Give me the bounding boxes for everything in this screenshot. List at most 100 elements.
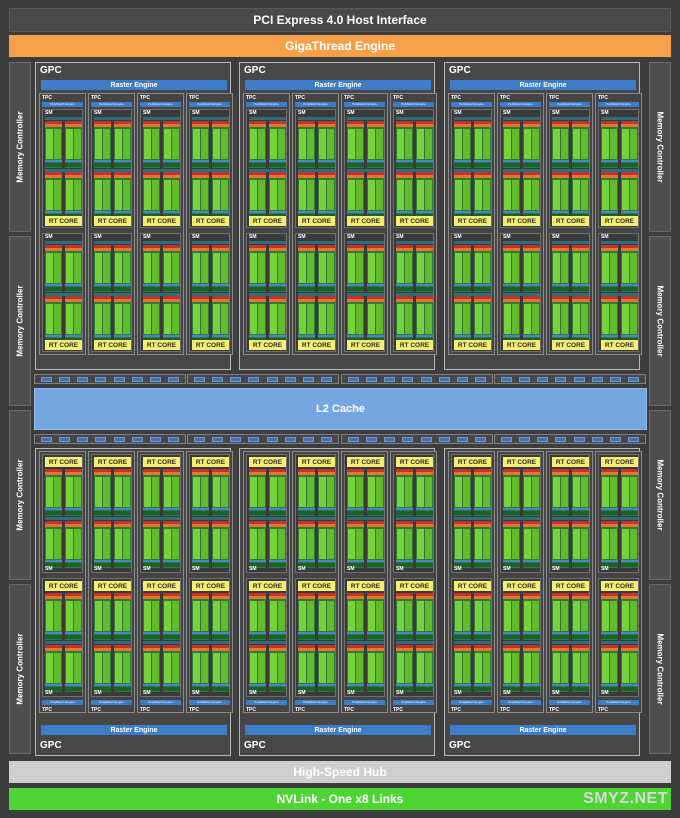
streaming-multiprocessor: RT CORE SM [246, 578, 287, 697]
sm-core-block [396, 121, 433, 168]
sm-label: SM [249, 234, 257, 240]
cuda-core-column [396, 645, 413, 692]
cuda-core-column [416, 245, 433, 292]
cuda-core-column [347, 296, 364, 343]
cuda-core-column [143, 593, 160, 640]
cuda-core-column [192, 296, 209, 343]
partition-block [628, 376, 640, 382]
tpc: RT CORE SM RT CORE SM PolyMorph Engine TPC [448, 451, 495, 713]
cuda-core-column [347, 645, 364, 692]
partition-block [211, 376, 223, 382]
cuda-core-column [163, 469, 180, 516]
partition-block [168, 436, 180, 442]
sm-label: SM [503, 110, 511, 116]
cuda-core-column [45, 296, 62, 343]
sm-label: SM [503, 234, 511, 240]
sm-core-block [503, 645, 540, 692]
sm-core-block [454, 645, 491, 692]
cuda-core-column [416, 172, 433, 219]
memory-controller-left: Memory Controller [9, 410, 31, 580]
cuda-core-column [523, 593, 540, 640]
cuda-core-column [474, 521, 491, 568]
rt-core: RT CORE [503, 216, 540, 226]
gpc-label: GPC [244, 740, 266, 751]
cuda-core-column [94, 521, 111, 568]
cuda-core-column [114, 521, 131, 568]
rt-core: RT CORE [94, 581, 131, 591]
tpc: RT CORE SM RT CORE SM PolyMorph Engine TPC [595, 451, 642, 713]
sm-label: SM [454, 234, 462, 240]
sm-core-block [601, 245, 638, 292]
cuda-core-column [249, 121, 266, 168]
cuda-core-column [192, 245, 209, 292]
polymorph-engine: PolyMorph Engine [189, 700, 230, 705]
cuda-core-column [94, 121, 111, 168]
streaming-multiprocessor: RT CORE SM [451, 454, 492, 573]
polymorph-engine: PolyMorph Engine [598, 700, 639, 705]
cuda-core-column [269, 645, 286, 692]
cuda-core-column [318, 296, 335, 343]
sm-label: SM [45, 566, 53, 572]
tpc: RT CORE SM RT CORE SM PolyMorph Engine TPC [88, 451, 135, 713]
tpc-label: TPC [189, 707, 199, 713]
sm-core-block [454, 121, 491, 168]
partition-block [303, 436, 315, 442]
streaming-multiprocessor: RT CORE SM [140, 454, 181, 573]
cuda-core-column [143, 296, 160, 343]
cuda-core-column [94, 469, 111, 516]
cuda-core-column [163, 593, 180, 640]
cuda-core-column [269, 296, 286, 343]
partition-block [457, 436, 469, 442]
sm-label: SM [45, 110, 53, 116]
sm-core-block [347, 296, 384, 343]
streaming-multiprocessor: SM RT CORE [189, 233, 230, 352]
partition-block [211, 436, 223, 442]
gpc-block: GPC Raster Engine TPC PolyMorph Engine SM RT … [239, 62, 437, 370]
tpc: RT CORE SM RT CORE SM PolyMorph Engine TPC [39, 451, 86, 713]
cuda-core-column [474, 645, 491, 692]
memory-controller-label: Memory Controller [15, 459, 25, 531]
cuda-core-column [65, 245, 82, 292]
partition-block [150, 376, 162, 382]
cuda-core-column [65, 521, 82, 568]
sm-core-block [454, 245, 491, 292]
cuda-core-column [572, 593, 589, 640]
rt-core: RT CORE [454, 216, 491, 226]
partition-block [248, 376, 260, 382]
sm-core-block [601, 469, 638, 516]
cuda-core-column [269, 521, 286, 568]
rt-core: RT CORE [396, 457, 433, 467]
partition-block [384, 376, 396, 382]
sm-core-block [249, 245, 286, 292]
cuda-core-column [45, 593, 62, 640]
cuda-core-column [192, 172, 209, 219]
polymorph-engine: PolyMorph Engine [91, 700, 132, 705]
streaming-multiprocessor: RT CORE SM [393, 578, 434, 697]
streaming-multiprocessor: SM RT CORE [42, 109, 83, 228]
cuda-core-column [416, 121, 433, 168]
rt-core: RT CORE [396, 340, 433, 350]
sm-core-block [249, 172, 286, 219]
polymorph-engine: PolyMorph Engine [598, 102, 639, 107]
partition-block [168, 376, 180, 382]
sm-label: SM [143, 234, 151, 240]
tpc-label: TPC [500, 95, 510, 101]
cuda-core-column [621, 645, 638, 692]
cuda-core-column [416, 521, 433, 568]
cuda-core-column [367, 245, 384, 292]
rt-core: RT CORE [454, 340, 491, 350]
sm-core-block [249, 121, 286, 168]
cuda-core-column [552, 121, 569, 168]
tpc: TPC PolyMorph Engine SM RT CORE SM RT CORE [448, 93, 495, 355]
partition-block [365, 376, 377, 382]
sm-core-block [249, 593, 286, 640]
tpc-label: TPC [246, 95, 256, 101]
rt-core: RT CORE [143, 457, 180, 467]
partition-block [40, 376, 52, 382]
partition-block [438, 436, 450, 442]
partition-block [573, 436, 585, 442]
tpc: RT CORE SM RT CORE SM PolyMorph Engine TPC [137, 451, 184, 713]
streaming-multiprocessor: SM RT CORE [393, 233, 434, 352]
cuda-core-column [269, 245, 286, 292]
cuda-core-column [396, 172, 413, 219]
